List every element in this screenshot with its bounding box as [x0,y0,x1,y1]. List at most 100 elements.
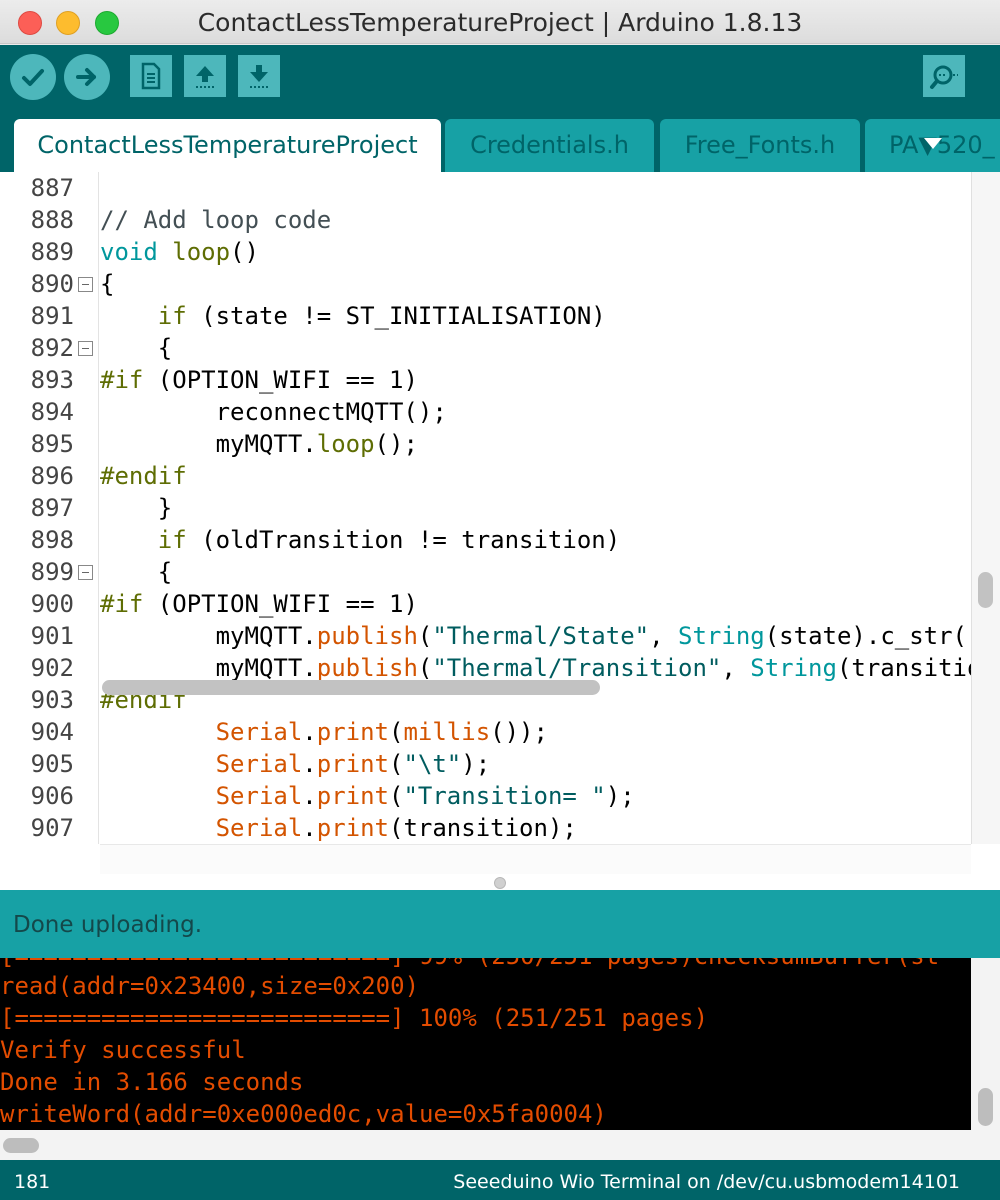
open-button[interactable] [184,55,226,97]
code-line: { [100,556,172,588]
title-bar: ContactLessTemperatureProject | Arduino … [0,0,1000,44]
new-sketch-icon [141,62,161,90]
code-string: "Thermal/Transition" [432,654,722,682]
code-text: myMQTT. [215,430,317,458]
code-function: print [316,782,389,810]
line-number: 906 [30,782,74,810]
code-line: Serial.print(transition); [100,812,577,844]
line-number: 894 [30,398,74,426]
code-function: print [316,814,389,842]
serial-monitor-button[interactable] [923,55,965,97]
code-text: (state != ST_INITIALISATION) [186,302,606,330]
code-keyword: String [678,622,765,650]
code-text: reconnectMQTT(); [215,398,447,426]
code-comment: // Add loop code [100,206,332,234]
code-class: Serial [215,814,303,842]
editor-horizontal-scroll-thumb[interactable] [102,680,600,695]
console-line: read(addr=0x23400,size=0x200) [0,972,420,1000]
code-text: } [157,494,173,522]
code-text: ( [389,782,404,810]
code-text: (OPTION_WIFI == 1) [143,366,418,394]
code-line: void loop() [100,236,259,268]
new-sketch-button[interactable] [130,55,172,97]
console-horizontal-scroll-thumb[interactable] [3,1138,39,1153]
line-number: 887 [30,174,74,202]
console-line: Done in 3.166 seconds [0,1068,304,1096]
verify-button[interactable] [10,54,56,100]
code-text: . [302,718,317,746]
code-text: ()); [490,718,548,746]
line-number: 888 [30,206,74,234]
code-text: ); [605,782,635,810]
code-text: ); [461,750,491,778]
code-function: publish [316,654,418,682]
code-class: Serial [215,718,303,746]
code-line: Serial.print("\t"); [100,748,491,780]
fold-toggle-icon[interactable] [78,565,93,580]
code-editor: 887 888 889 890 891 892 893 894 895 896 … [0,172,1000,890]
line-indicator: 181 [14,1171,51,1193]
code-line: } [100,492,172,524]
console-horizontal-scrollbar[interactable] [0,1130,1000,1160]
line-number: 892 [30,334,74,362]
tab-contactlesstemperatureproject[interactable]: ContactLessTemperatureProject [14,119,441,172]
upload-arrow-icon [76,68,96,86]
code-text: myMQTT. [215,654,317,682]
code-text: ( [417,654,433,682]
save-icon [250,65,268,88]
line-number-gutter: 887 888 889 890 891 892 893 894 895 896 … [0,172,99,844]
tab-bar: ContactLessTemperatureProject Credential… [0,108,1000,172]
line-number: 907 [30,814,74,842]
code-keyword: void [100,238,158,266]
upload-button[interactable] [64,54,110,100]
code-string: "Thermal/State" [432,622,650,650]
line-number: 896 [30,462,74,490]
line-number: 889 [30,238,74,266]
fold-toggle-icon[interactable] [78,341,93,356]
code-text: ( [389,718,404,746]
code-text: (OPTION_WIFI == 1) [143,590,418,618]
tab-menu-arrow-icon[interactable] [924,138,942,149]
line-number: 900 [30,590,74,618]
code-text: (transition); [389,814,577,842]
code-text: ( [389,750,404,778]
code-class: Serial [215,782,303,810]
code-function: millis [403,718,491,746]
code-text-area[interactable]: // Add loop code void loop() { if (state… [100,172,971,844]
save-button[interactable] [238,55,280,97]
code-line: if (state != ST_INITIALISATION) [100,300,606,332]
code-function: loop [172,238,231,266]
tab-free-fonts-h[interactable]: Free_Fonts.h [660,119,860,172]
console-output[interactable]: [==========================] 99% (250/25… [0,958,971,1130]
tab-credentials-h[interactable]: Credentials.h [445,119,654,172]
board-port-info: Seeeduino Wio Terminal on /dev/cu.usbmod… [453,1171,960,1193]
line-number: 904 [30,718,74,746]
code-line: #if (OPTION_WIFI == 1) [100,364,418,396]
fold-toggle-icon[interactable] [78,277,93,292]
line-number: 902 [30,654,74,682]
editor-horizontal-scrollbar[interactable] [100,844,971,874]
code-line: myMQTT.publish("Thermal/State", String(s… [100,620,971,652]
code-function: loop [316,430,375,458]
line-number: 899 [30,558,74,586]
code-line: myMQTT.loop(); [100,428,418,460]
editor-vertical-scrollbar[interactable] [971,172,1000,844]
code-preprocessor: #endif [100,462,187,490]
code-text: myMQTT. [215,622,317,650]
code-line: // Add loop code [100,204,331,236]
code-line: #endif [100,460,187,492]
code-text: (transition) [836,654,971,682]
code-function: print [316,750,389,778]
code-class: Serial [215,750,303,778]
code-text: . [302,814,317,842]
code-text: , [721,654,751,682]
editor-vertical-scroll-thumb[interactable] [978,572,993,608]
code-text: (oldTransition != transition) [186,526,621,554]
line-number: 895 [30,430,74,458]
code-function: publish [316,622,418,650]
code-line: if (oldTransition != transition) [100,524,620,556]
line-number: 905 [30,750,74,778]
code-line: reconnectMQTT(); [100,396,447,428]
splitter-handle-icon[interactable] [494,877,506,889]
console-vertical-scroll-thumb[interactable] [978,1088,993,1126]
